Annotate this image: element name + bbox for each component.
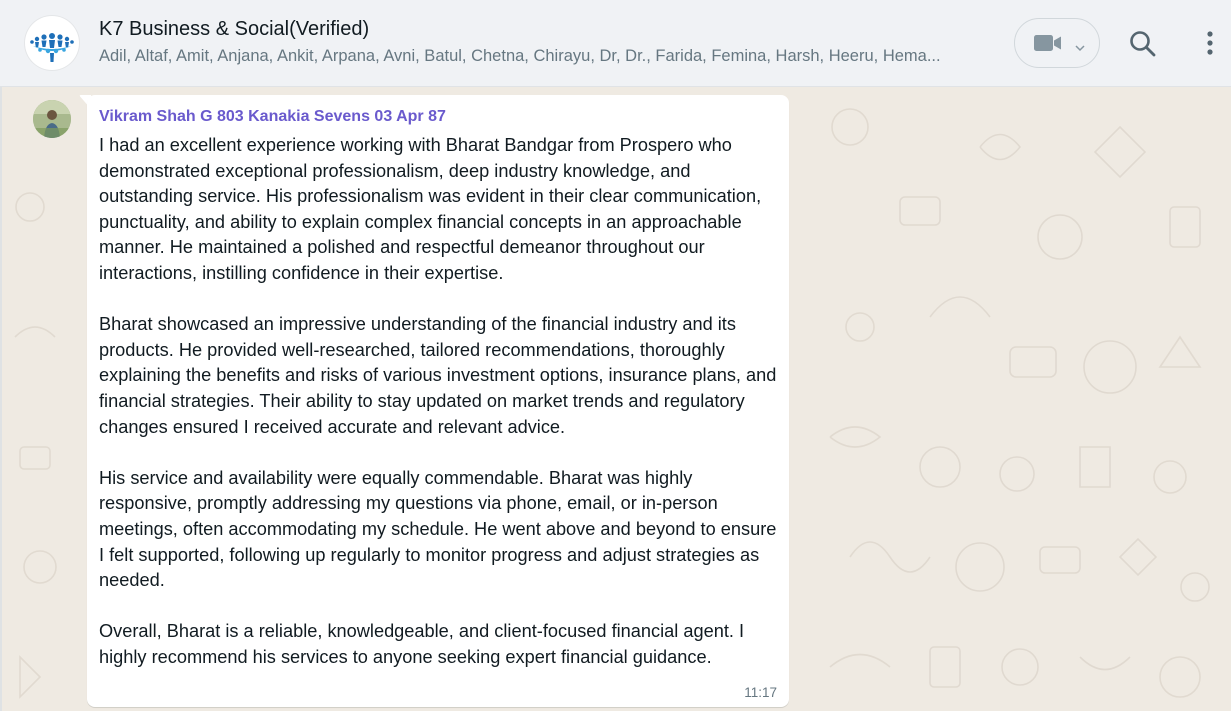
group-logo-icon[interactable]: [25, 16, 79, 70]
video-call-button[interactable]: [1014, 18, 1100, 68]
message-bubble[interactable]: Vikram Shah G 803 Kanakia Sevens 03 Apr …: [87, 95, 789, 707]
chat-header: K7 Business & Social(Verified) Adil, Alt…: [0, 0, 1231, 87]
message-paragraph: His service and availability were equall…: [99, 467, 777, 591]
message-sender-name[interactable]: Vikram Shah G 803 Kanakia Sevens 03 Apr …: [99, 108, 446, 126]
more-vertical-icon: [1196, 31, 1224, 65]
message-paragraph: Overall, Bharat is a reliable, knowledge…: [99, 621, 745, 667]
group-members-list[interactable]: Adil, Altaf, Amit, Anjana, Ankit, Arpana…: [99, 47, 971, 66]
search-icon: [1126, 31, 1160, 65]
chevron-down-icon: [1075, 39, 1085, 57]
group-title[interactable]: K7 Business & Social(Verified): [99, 18, 369, 41]
video-camera-icon: [1034, 34, 1062, 57]
message-paragraph: I had an excellent experience working wi…: [99, 135, 762, 283]
more-options-button[interactable]: [1196, 27, 1224, 61]
sender-avatar[interactable]: [33, 100, 71, 138]
message-paragraph: Bharat showcased an impressive understan…: [99, 314, 777, 437]
pane-divider: [0, 87, 2, 711]
message-timestamp: 11:17: [744, 685, 777, 700]
search-button[interactable]: [1126, 27, 1160, 61]
message-text: I had an excellent experience working wi…: [99, 133, 779, 670]
